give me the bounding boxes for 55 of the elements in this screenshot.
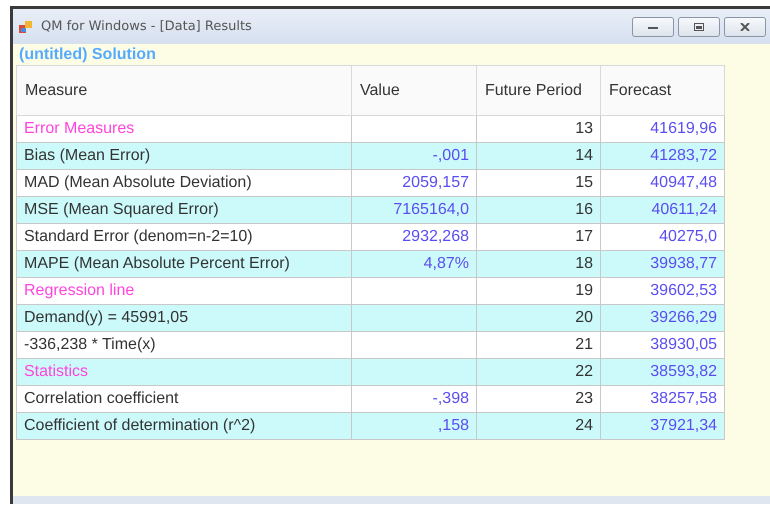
table-cell: 7165164,0 [352,196,476,224]
table-cell: 20 [476,304,600,332]
table-cell: MAPE (Mean Absolute Percent Error) [16,250,352,278]
column-header: Forecast [600,66,724,116]
maximize-icon [694,22,704,30]
table-cell: ,158 [352,412,476,440]
table-cell: 13 [476,116,600,142]
column-header: Measure [16,66,352,116]
table-cell: 41283,72 [600,142,724,170]
table-cell: Correlation coefficient [16,386,352,412]
table-cell: 38257,58 [600,386,724,412]
table-cell: 39602,53 [600,278,724,304]
table-cell: 2932,268 [352,224,476,250]
close-button[interactable] [724,16,766,36]
table-cell: 37921,34 [600,412,724,440]
table-cell: 40947,48 [600,170,724,196]
app-icon [19,20,33,34]
table-cell: -,398 [352,386,476,412]
minimize-button[interactable] [632,16,674,36]
table-cell: 17 [476,224,600,250]
table-cell: 40275,0 [600,224,724,250]
table-cell: 24 [476,412,600,440]
window-title: QM for Windows - [Data] Results [41,19,252,34]
table-cell: 15 [476,170,600,196]
table-cell: 41619,96 [600,116,724,142]
column-header: Value [352,66,476,116]
table-cell: 4,87% [352,250,476,278]
column-header: Future Period [476,66,600,116]
table-cell: Bias (Mean Error) [16,142,352,170]
table-cell: Error Measures [16,116,352,142]
table-cell: Regression line [16,278,352,304]
table-cell: 40611,24 [600,196,724,224]
table-cell: 18 [476,250,600,278]
table-cell: -336,238 * Time(x) [16,332,352,358]
table-cell: 23 [476,386,600,412]
table-cell: -,001 [352,142,476,170]
table-cell: 16 [476,196,600,224]
table-cell: MAD (Mean Absolute Deviation) [16,170,352,196]
table-cell: MSE (Mean Squared Error) [16,196,352,224]
table-cell: 38930,05 [600,332,724,358]
table-cell: Coefficient of determination (r^2) [16,412,352,440]
table-cell: Statistics [16,358,352,386]
maximize-button[interactable] [678,16,720,36]
table-cell: Standard Error (denom=n-2=10) [16,224,352,250]
table-cell: Demand(y) = 45991,05 [16,304,352,332]
table-cell: 19 [476,278,600,304]
table-cell: 38593,82 [600,358,724,386]
solution-heading: (untitled) Solution [18,45,157,65]
table-cell: 39938,77 [600,250,724,278]
table-cell: 39266,29 [600,304,724,332]
table-cell: 21 [476,332,600,358]
table-cell: 22 [476,358,600,386]
table-cell: 2059,157 [352,170,476,196]
table-cell: 14 [476,142,600,170]
close-icon [740,22,750,30]
